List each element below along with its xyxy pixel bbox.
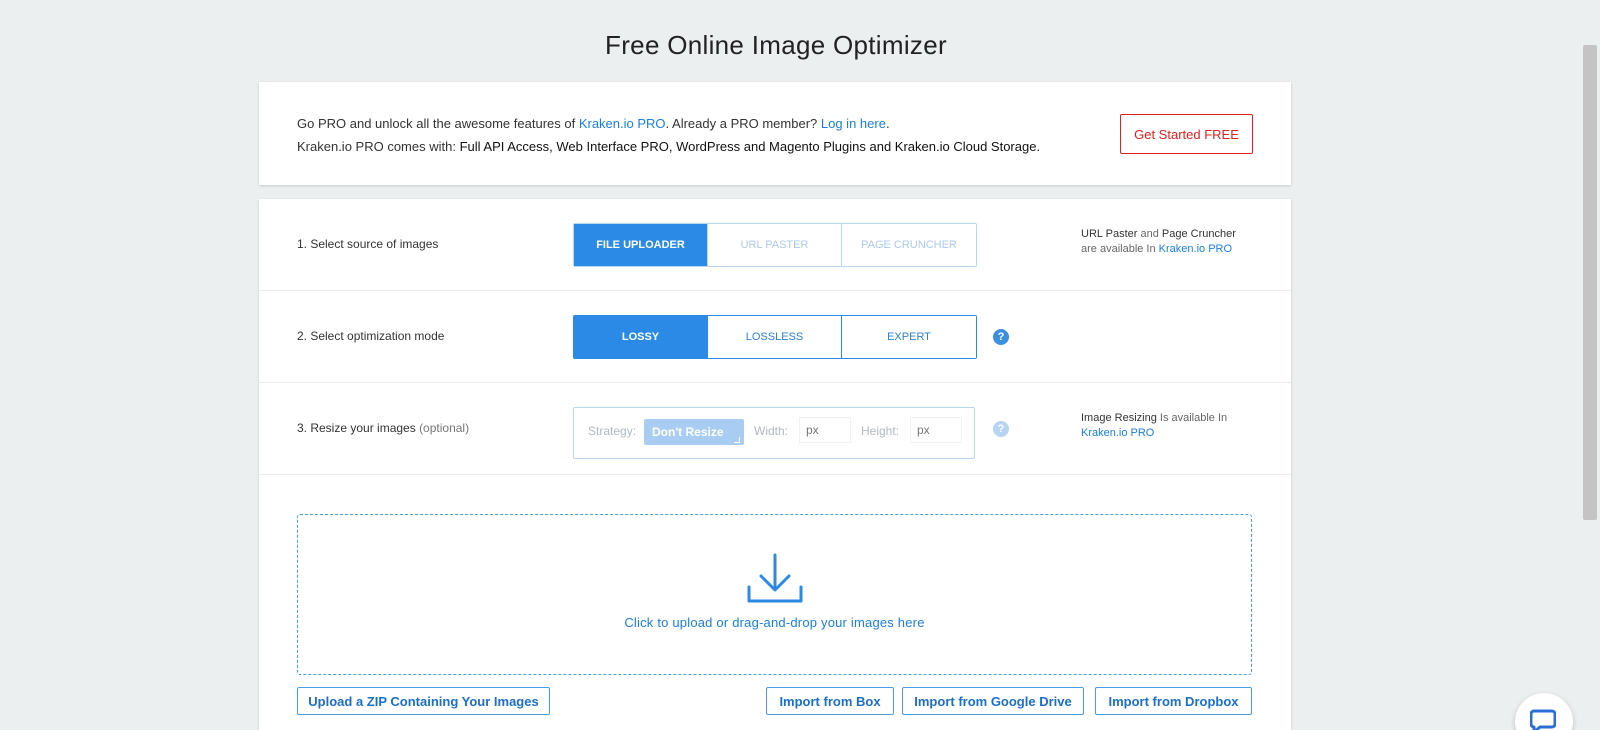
promo-line1-end: . [885, 116, 890, 131]
page-title: Free Online Image Optimizer [605, 30, 947, 60]
source-option-file-uploader[interactable]: FILE UPLOADER [574, 224, 708, 266]
pro-promo-card: Go PRO and unlock all the awesome featur… [259, 82, 1291, 185]
mode-option-lossless[interactable]: LOSSLESS [708, 316, 842, 358]
source-option-url-paster[interactable]: URL PASTER [708, 224, 842, 266]
scrollbar-thumb[interactable] [1583, 45, 1597, 520]
width-input[interactable] [799, 417, 851, 443]
promo-text: Go PRO and unlock all the awesome featur… [297, 112, 1040, 158]
chevron-down-icon [734, 437, 740, 443]
note-url-paster: URL Paster [1081, 228, 1138, 240]
import-dropbox-button[interactable]: Import from Dropbox [1095, 687, 1252, 715]
promo-line-1: Go PRO and unlock all the awesome featur… [297, 112, 1040, 135]
source-option-page-cruncher[interactable]: PAGE CRUNCHER [842, 224, 976, 266]
resize-pro-link[interactable]: Kraken.io PRO [1081, 427, 1154, 439]
strategy-value: Don't Resize [652, 425, 724, 439]
source-pro-note: URL Paster and Page Cruncher are availab… [1081, 227, 1236, 257]
source-selector: FILE UPLOADER URL PASTER PAGE CRUNCHER [573, 223, 977, 267]
promo-line1-middle: . Already a PRO member? [665, 116, 821, 131]
note-page-cruncher: Page Cruncher [1161, 228, 1236, 240]
optimizer-card: 1. Select source of images FILE UPLOADER… [259, 199, 1291, 730]
resize-controls: Strategy: Don't Resize Width: Height: [573, 407, 975, 459]
resize-help-icon[interactable]: ? [993, 421, 1009, 437]
resize-row: 3. Resize your images (optional) Strateg… [259, 383, 1291, 475]
chat-launcher-button[interactable] [1515, 693, 1573, 730]
kraken-pro-link[interactable]: Kraken.io PRO [579, 116, 666, 131]
chat-icon [1530, 709, 1556, 730]
mode-option-lossy[interactable]: LOSSY [574, 316, 708, 358]
source-label: 1. Select source of images [297, 237, 439, 251]
upload-zip-button[interactable]: Upload a ZIP Containing Your Images [297, 687, 550, 715]
resize-label-text: 3. Resize your images [297, 421, 416, 435]
promo-line-2: Kraken.io PRO comes with: Full API Acces… [297, 135, 1040, 158]
source-pro-link[interactable]: Kraken.io PRO [1159, 243, 1232, 255]
mode-option-expert[interactable]: EXPERT [842, 316, 976, 358]
strategy-label: Strategy: [588, 424, 637, 438]
mode-row: 2. Select optimization mode LOSSY LOSSLE… [259, 291, 1291, 383]
promo-features: Full API Access, Web Interface PRO, Word… [459, 139, 1041, 154]
mode-help-icon[interactable]: ? [993, 329, 1009, 345]
note-and: and [1137, 228, 1162, 240]
download-icon [747, 553, 803, 603]
mode-selector: LOSSY LOSSLESS EXPERT [573, 315, 977, 359]
height-input[interactable] [910, 417, 962, 443]
source-row: 1. Select source of images FILE UPLOADER… [259, 199, 1291, 291]
import-google-drive-button[interactable]: Import from Google Drive [902, 687, 1084, 715]
resize-label: 3. Resize your images (optional) [297, 421, 469, 435]
note-available: are available In [1081, 243, 1159, 255]
note-image-resizing: Image Resizing [1081, 412, 1157, 424]
resize-pro-note: Image Resizing Is available In Kraken.io… [1081, 411, 1227, 441]
mode-label: 2. Select optimization mode [297, 329, 445, 343]
import-box-button[interactable]: Import from Box [766, 687, 894, 715]
resize-label-optional: (optional) [419, 421, 470, 435]
promo-line1-prefix: Go PRO and unlock all the awesome featur… [297, 116, 579, 131]
promo-line2-prefix: Kraken.io PRO comes with: [297, 139, 460, 154]
note-resize-available: Is available In [1156, 412, 1228, 424]
height-label: Height: [861, 424, 900, 438]
page-scrollbar[interactable] [1582, 0, 1600, 730]
get-started-free-button[interactable]: Get Started FREE [1120, 114, 1253, 154]
strategy-select[interactable]: Don't Resize [644, 419, 744, 445]
dropzone-text: Click to upload or drag-and-drop your im… [624, 615, 925, 630]
width-label: Width: [754, 424, 789, 438]
login-link[interactable]: Log in here [821, 116, 886, 131]
upload-dropzone[interactable]: Click to upload or drag-and-drop your im… [297, 514, 1252, 675]
